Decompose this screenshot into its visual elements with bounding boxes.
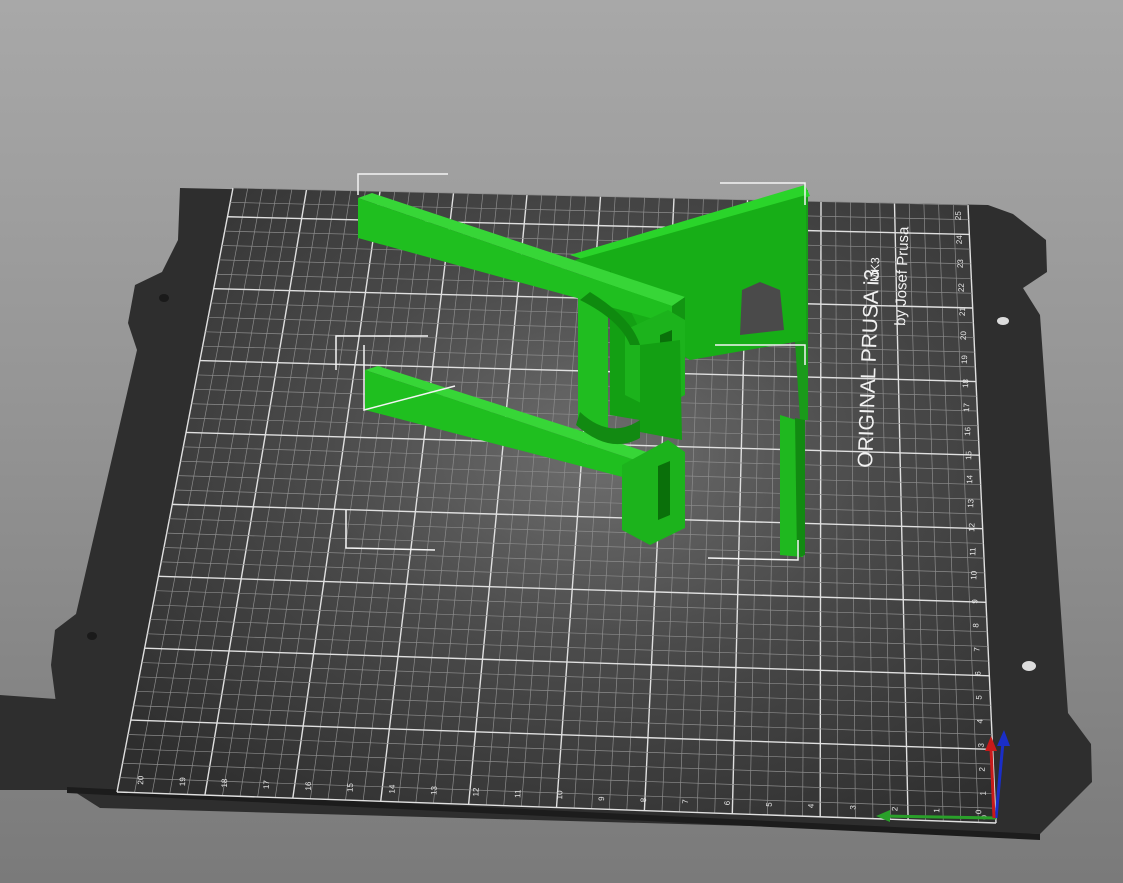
bed-screw-hole bbox=[159, 294, 169, 302]
x-tick-label: 10 bbox=[555, 790, 564, 800]
y-tick-label: 12 bbox=[967, 522, 976, 532]
bed-brand-model: MK3 bbox=[867, 257, 882, 282]
x-tick-label: 17 bbox=[262, 779, 271, 789]
y-tick-label: 21 bbox=[958, 306, 967, 316]
y-tick-label: 17 bbox=[962, 402, 971, 412]
y-tick-label: 14 bbox=[965, 474, 974, 484]
y-tick-label: 24 bbox=[955, 235, 964, 245]
x-tick-label: 14 bbox=[388, 784, 397, 794]
x-tick-label: 18 bbox=[220, 778, 229, 788]
x-tick-label: 12 bbox=[471, 787, 480, 797]
y-tick-label: 10 bbox=[969, 570, 978, 580]
y-tick-label: 19 bbox=[960, 354, 969, 364]
y-tick-label: 16 bbox=[963, 426, 972, 436]
y-tick-label: 11 bbox=[968, 547, 977, 556]
y-tick-label: 22 bbox=[957, 282, 966, 292]
3d-viewport[interactable]: 20191817161514131211109876543210 0123456… bbox=[0, 0, 1123, 883]
x-tick-label: 20 bbox=[136, 775, 145, 785]
bed-screw-hole bbox=[87, 632, 97, 640]
y-tick-label: 23 bbox=[956, 258, 965, 268]
y-tick-label: 20 bbox=[959, 330, 968, 340]
y-tick-label: 13 bbox=[966, 498, 975, 508]
bed-screw-hole bbox=[997, 317, 1009, 325]
x-tick-label: 19 bbox=[178, 777, 187, 787]
bed-screw-hole bbox=[1022, 661, 1036, 671]
x-tick-label: 13 bbox=[429, 785, 438, 795]
y-tick-label: 25 bbox=[954, 211, 963, 221]
x-tick-label: 16 bbox=[304, 781, 313, 791]
x-tick-label: 11 bbox=[513, 789, 522, 798]
x-tick-label: 15 bbox=[346, 782, 355, 792]
y-tick-label: 15 bbox=[964, 450, 973, 460]
y-tick-label: 18 bbox=[961, 378, 970, 388]
bed-brand-by-text: by Josef Prusa bbox=[892, 226, 912, 326]
